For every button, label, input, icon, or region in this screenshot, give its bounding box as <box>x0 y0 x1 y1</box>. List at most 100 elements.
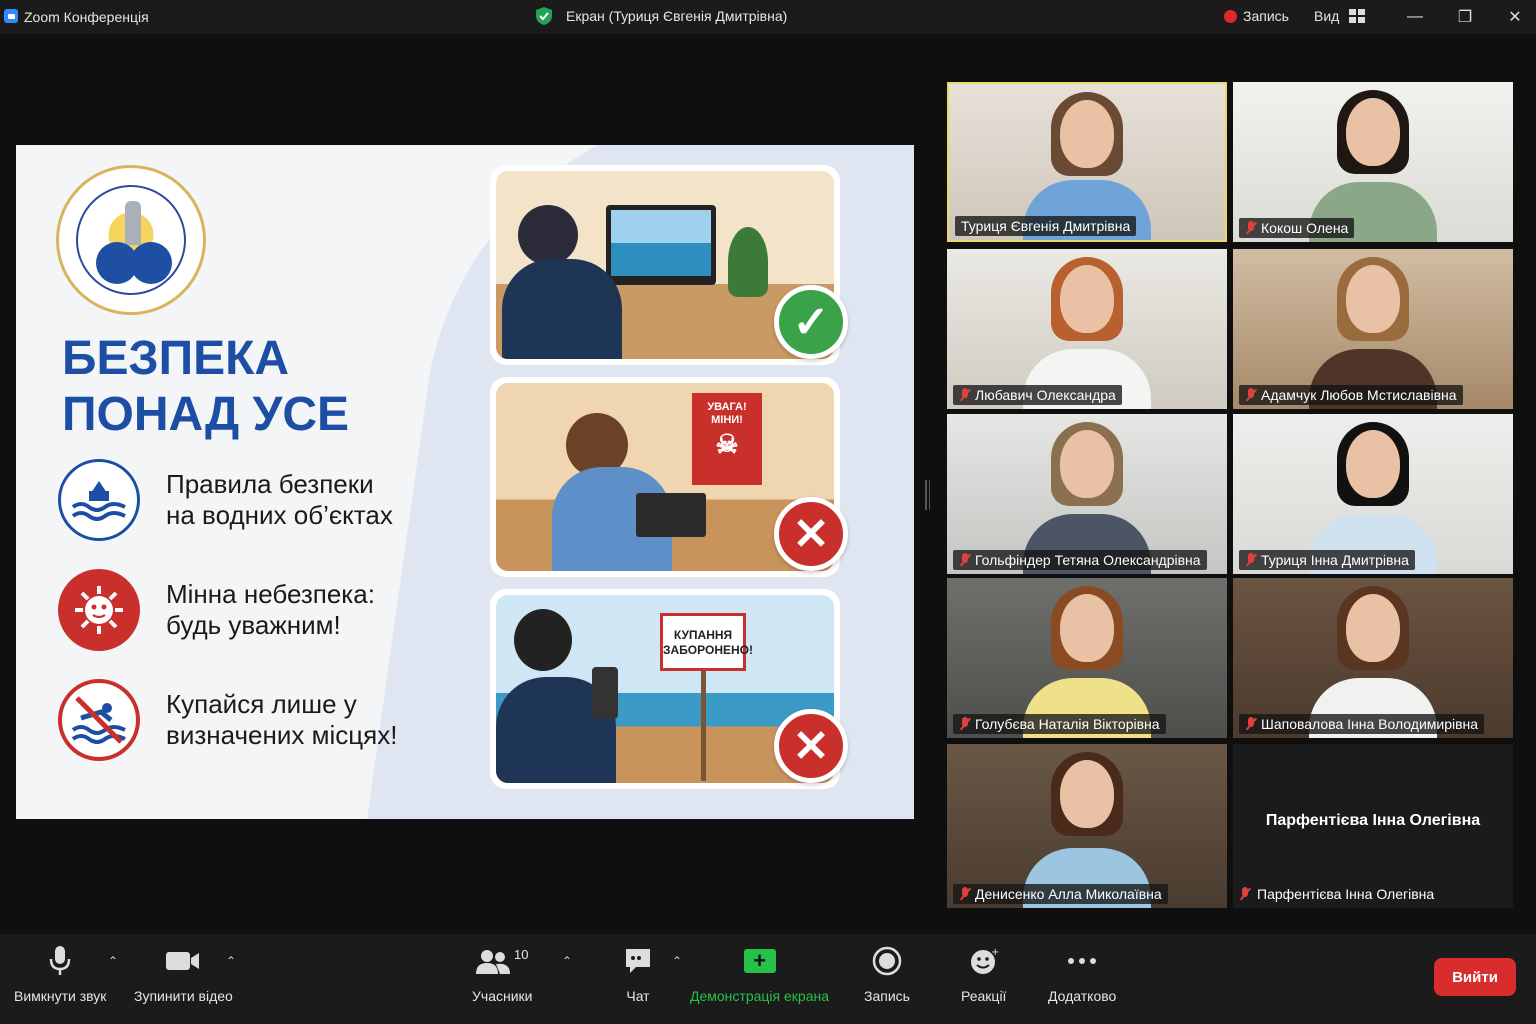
shield-icon <box>536 7 552 25</box>
participant-name-tag: Голубєва Наталія Вікторівна <box>953 714 1166 734</box>
record-dot-icon <box>1224 9 1237 23</box>
svg-text:+: + <box>991 947 999 958</box>
participant-name-tag: Парфентієва Інна Олегівна <box>1239 886 1434 902</box>
participant-name: Любавич Олександра <box>975 387 1116 403</box>
swim-sign-line1: КУПАННЯ <box>673 628 733 642</box>
participant-name-tag: Любавич Олександра <box>953 385 1122 405</box>
participants-count: 10 <box>514 946 529 962</box>
stop-video-button[interactable]: Зупинити відео <box>134 944 233 1004</box>
participant-name-tag: Гольфіндер Тетяна Олександрівна <box>953 550 1207 570</box>
share-screen-button[interactable]: + Демонстрація екрана <box>690 944 829 1005</box>
video-camera-icon <box>165 944 201 978</box>
title-bar: Zoom Конференція Екран (Туриця Євгенія Д… <box>0 0 1536 34</box>
participant-name: Голубєва Наталія Вікторівна <box>975 716 1160 732</box>
rule-mine-line1: Мінна небезпека: <box>166 579 375 609</box>
chat-button[interactable]: Чат <box>624 944 652 1004</box>
close-button[interactable]: ✕ <box>1500 6 1530 28</box>
participant-tile[interactable]: Туриця Інна Дмитрівна <box>1233 414 1513 574</box>
restore-button[interactable]: ❐ <box>1450 6 1480 28</box>
mic-muted-icon <box>1245 717 1257 731</box>
mic-muted-icon <box>1245 553 1257 567</box>
participant-tile[interactable]: Шаповалова Інна Володимирівна <box>1233 578 1513 738</box>
minimize-button[interactable]: — <box>1400 6 1430 28</box>
mine-sign-line1: УВАГА! <box>707 401 747 413</box>
recording-label: Запись <box>1243 8 1289 24</box>
illustration-card-mine: УВАГА! МІНИ! ☠ ✕ <box>490 377 848 577</box>
shared-screen-slide: БЕЗПЕКА ПОНАД УСЕ Правила безпеки на вод… <box>16 145 914 819</box>
microphone-icon <box>48 944 72 978</box>
mic-muted-icon <box>1245 388 1257 402</box>
participant-name-tag: Денисенко Алла Миколаївна <box>953 884 1168 904</box>
more-label: Додатково <box>1048 988 1117 1004</box>
record-label: Запись <box>864 988 910 1004</box>
rule-swim-line1: Купайся лише у <box>166 689 357 719</box>
mute-label: Вимкнути звук <box>14 988 107 1004</box>
grid-view-icon <box>1349 9 1366 23</box>
participant-name: Парфентієва Інна Олегівна <box>1257 886 1435 902</box>
chat-label: Чат <box>626 988 650 1004</box>
video-label: Зупинити відео <box>134 988 233 1004</box>
participant-name: Адамчук Любов Мстиславівна <box>1261 387 1457 403</box>
recording-indicator[interactable]: Запись <box>1224 8 1289 24</box>
audio-options-chevron-icon[interactable]: ⌃ <box>108 954 118 968</box>
organization-logo <box>56 165 206 315</box>
participant-tile[interactable]: Гольфіндер Тетяна Олександрівна <box>947 414 1227 574</box>
participant-name-tag: Кокош Олена <box>1239 218 1355 238</box>
participant-tile[interactable]: Денисенко Алла Миколаївна <box>947 744 1227 908</box>
headline-line-2: ПОНАД УСЕ <box>62 388 350 441</box>
view-label: Вид <box>1314 8 1340 24</box>
reaction-smiley-icon: + <box>969 944 999 978</box>
record-button[interactable]: Запись <box>864 944 910 1004</box>
illustration-card-correct: ✓ <box>490 165 848 365</box>
rule-item-mine: Мінна небезпека: будь уважним! <box>58 569 375 651</box>
participant-tile[interactable]: Адамчук Любов Мстиславівна <box>1233 249 1513 409</box>
participant-name: Туриця Інна Дмитрівна <box>1261 552 1409 568</box>
participant-name-tag: Адамчук Любов Мстиславівна <box>1239 385 1463 405</box>
participant-name: Шаповалова Інна Володимирівна <box>1261 716 1479 732</box>
leave-meeting-button[interactable]: Вийти <box>1434 958 1516 996</box>
cross-badge-icon: ✕ <box>774 497 848 571</box>
participant-tile[interactable]: Туриця Євгенія Дмитрівна <box>947 82 1227 242</box>
share-screen-icon: + <box>743 944 776 978</box>
view-button[interactable]: Вид <box>1314 8 1366 24</box>
rule-water-line1: Правила безпеки <box>166 469 374 499</box>
reactions-label: Реакції <box>961 988 1007 1004</box>
mic-muted-icon <box>1245 221 1257 235</box>
illustration-card-swim: КУПАННЯ ЗАБОРОНЕНО! ✕ <box>490 589 848 789</box>
slide-headline: БЕЗПЕКА ПОНАД УСЕ <box>62 331 349 443</box>
share-title-text: Екран (Туриця Євгенія Дмитрівна) <box>566 8 788 24</box>
water-safety-icon <box>58 459 140 541</box>
participant-tile-video-off[interactable]: Парфентієва Інна Олегівна Парфентієва Ін… <box>1233 744 1513 908</box>
mute-button[interactable]: Вимкнути звук <box>14 944 106 1004</box>
mic-muted-icon <box>1239 887 1251 901</box>
share-label: Демонстрація екрана <box>690 988 829 1004</box>
video-options-chevron-icon[interactable]: ⌃ <box>226 954 236 968</box>
participant-name: Туриця Євгенія Дмитрівна <box>961 218 1131 234</box>
more-dots-icon <box>1067 944 1097 978</box>
rule-water-line2: на водних об’єктах <box>166 500 393 530</box>
skull-icon: ☠ <box>715 429 739 459</box>
participant-name: Гольфіндер Тетяна Олександрівна <box>975 552 1201 568</box>
participants-button[interactable]: 10 Учасники <box>472 944 532 1005</box>
chat-icon <box>624 944 652 978</box>
panel-resize-handle[interactable] <box>925 480 930 510</box>
cross-badge-icon: ✕ <box>774 709 848 783</box>
participant-tile[interactable]: Любавич Олександра <box>947 249 1227 409</box>
participants-options-chevron-icon[interactable]: ⌃ <box>562 954 572 968</box>
participant-tile[interactable]: Голубєва Наталія Вікторівна <box>947 578 1227 738</box>
zoom-logo-icon <box>4 9 18 23</box>
more-button[interactable]: Додатково <box>1048 944 1116 1004</box>
participant-tile[interactable]: Кокош Олена <box>1233 82 1513 242</box>
participant-name: Кокош Олена <box>1261 220 1349 236</box>
chat-options-chevron-icon[interactable]: ⌃ <box>672 954 682 968</box>
mic-muted-icon <box>959 887 971 901</box>
mic-muted-icon <box>959 553 971 567</box>
mine-danger-icon <box>58 569 140 651</box>
swim-sign-line2: ЗАБОРОНЕНО! <box>663 643 753 657</box>
participant-name-tag: Туриця Євгенія Дмитрівна <box>955 216 1137 236</box>
check-badge-icon: ✓ <box>774 285 848 359</box>
reactions-button[interactable]: + Реакції <box>961 944 1006 1004</box>
no-swimming-icon <box>58 679 140 761</box>
app-title: Zoom Конференція <box>24 9 149 25</box>
mine-sign-line2: МІНИ! <box>711 414 743 426</box>
